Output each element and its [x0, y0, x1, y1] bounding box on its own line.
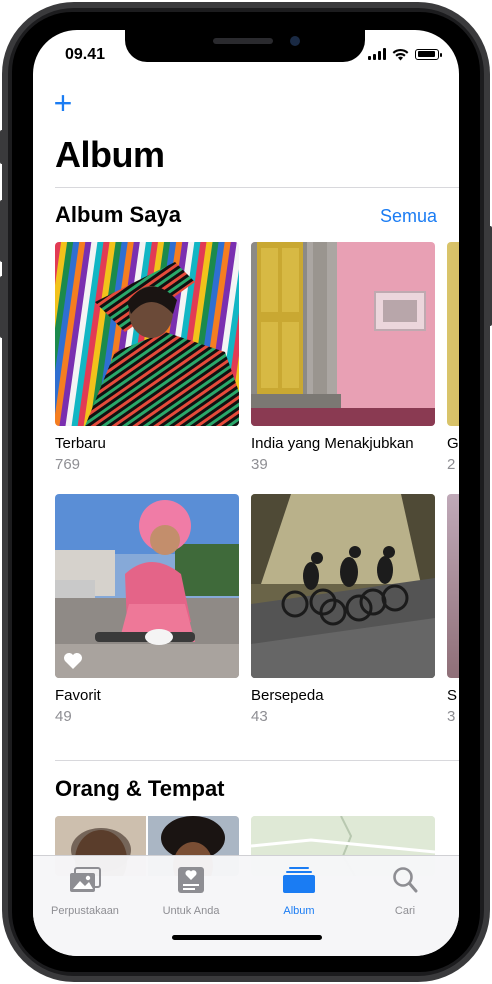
- album-name: Bersepeda: [251, 687, 324, 704]
- volume-down-button: [0, 276, 4, 338]
- album-amazing-india[interactable]: India yang Menakjubkan 39: [251, 242, 435, 473]
- album-cycling[interactable]: Bersepeda 43: [251, 494, 435, 725]
- favorite-heart-icon: [64, 653, 82, 669]
- volume-up-button: [0, 200, 4, 262]
- album-name: Favorit: [55, 687, 101, 704]
- album-thumbnail: [55, 242, 239, 426]
- album-count: 39: [251, 456, 268, 473]
- album-count: 3: [447, 708, 456, 725]
- tab-for-you[interactable]: Untuk Anda: [139, 866, 243, 917]
- tab-label: Cari: [394, 905, 416, 917]
- album-thumbnail: [251, 494, 435, 678]
- for-you-icon: [178, 867, 204, 893]
- album-stack-icon: [283, 867, 315, 893]
- album-name: Terbaru: [55, 435, 106, 452]
- tab-label: Untuk Anda: [162, 905, 220, 917]
- speaker-grille: [213, 38, 273, 44]
- status-icons: [368, 46, 442, 62]
- add-album-button[interactable]: +: [49, 87, 77, 119]
- album-thumbnail: [447, 242, 459, 426]
- notch: [125, 30, 365, 62]
- home-indicator[interactable]: [172, 935, 322, 940]
- status-time: 09.41: [65, 46, 106, 63]
- album-partial-1[interactable]: G 2: [447, 242, 459, 473]
- tab-label: Album: [283, 905, 315, 917]
- cellular-signal-icon: [368, 48, 386, 60]
- search-icon: [393, 867, 418, 893]
- album-recents[interactable]: Terbaru 769: [55, 242, 239, 473]
- tab-search[interactable]: Cari: [353, 866, 457, 917]
- album-thumbnail: [55, 494, 239, 678]
- album-partial-2[interactable]: S 3: [447, 494, 459, 725]
- album-favorites[interactable]: Favorit 49: [55, 494, 239, 725]
- album-name: India yang Menakjubkan: [251, 435, 414, 452]
- page-title: Album: [55, 134, 165, 175]
- album-thumbnail: [447, 494, 459, 678]
- tab-library[interactable]: Perpustakaan: [33, 866, 137, 917]
- tab-label: Perpustakaan: [51, 905, 119, 917]
- see-all-button[interactable]: Semua: [380, 206, 437, 227]
- tab-bar: Perpustakaan Untuk Anda Album Cari: [33, 855, 459, 956]
- tab-albums[interactable]: Album: [247, 866, 351, 917]
- silent-switch: [0, 130, 4, 164]
- album-count: 43: [251, 708, 268, 725]
- album-name: S: [447, 687, 458, 704]
- album-count: 769: [55, 456, 81, 473]
- album-thumbnail: [251, 242, 435, 426]
- photo-library-icon: [70, 867, 101, 892]
- section-title-people-places: Orang & Tempat: [55, 776, 225, 801]
- album-count: 49: [55, 708, 72, 725]
- front-camera: [290, 36, 300, 46]
- title-divider: [55, 187, 459, 188]
- screen: 09.41 + Album Album Saya Semua Terbaru 7…: [33, 30, 459, 956]
- wifi-icon: [392, 48, 409, 60]
- section-title-my-albums: Album Saya: [55, 202, 181, 227]
- power-button: [488, 226, 492, 326]
- section-divider: [55, 760, 459, 761]
- album-name: G: [447, 435, 459, 452]
- battery-icon: [415, 48, 442, 60]
- album-count: 2: [447, 456, 456, 473]
